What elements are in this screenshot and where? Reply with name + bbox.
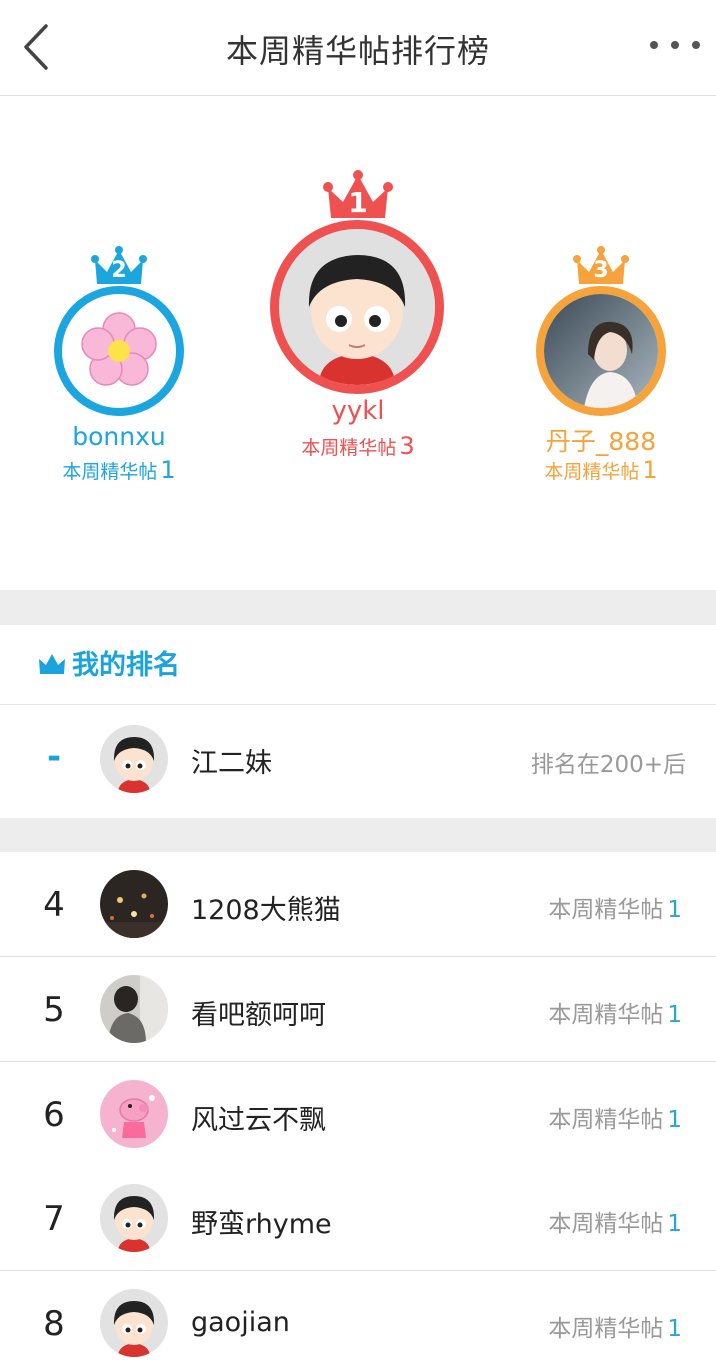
podium-count-value: 3	[399, 432, 415, 460]
cartoon-boy-icon	[279, 229, 435, 385]
my-ranking-row[interactable]: - 江二妹 排名在200+后	[0, 705, 716, 818]
avatar	[100, 725, 168, 793]
username: 看吧额呵呵	[191, 1000, 326, 1031]
rank-status: 排名在200+后	[530, 752, 686, 778]
podium-post-label: 本周精华帖	[544, 461, 640, 483]
podium-count-value: 1	[642, 456, 658, 484]
avatar	[536, 286, 666, 416]
avatar	[100, 1184, 168, 1252]
username: 野蛮rhyme	[191, 1209, 332, 1240]
podium-rank-3[interactable]: 3 丹子_888 本周精华帖 1	[516, 246, 686, 496]
list-item[interactable]: 7 野蛮rhyme 本周精华帖 1	[0, 1166, 716, 1271]
post-count: 本周精华帖 1	[548, 995, 682, 1029]
person-photo-icon	[100, 975, 168, 1043]
count-value: 1	[667, 1316, 682, 1342]
count-value: 1	[667, 1002, 682, 1028]
avatar	[270, 220, 444, 394]
page-title: 本周精华帖排行榜	[225, 32, 490, 70]
podium-username: bonnxu	[72, 422, 166, 451]
my-ranking-title: 我的排名	[72, 650, 180, 681]
username: gaojian	[191, 1307, 290, 1338]
flower-icon	[81, 312, 157, 386]
post-label: 本周精华帖	[548, 1107, 664, 1133]
podium-rank-number: 3	[593, 258, 609, 283]
podium-rank-number: 2	[111, 258, 127, 283]
list-item[interactable]: 8 gaojian 本周精华帖 1	[0, 1271, 716, 1369]
more-dot-icon	[650, 41, 658, 49]
section-divider	[0, 818, 716, 852]
portrait-photo-icon	[544, 294, 658, 408]
post-count: 本周精华帖 1	[548, 1204, 682, 1238]
podium-rank-number: 1	[348, 186, 368, 219]
post-label: 本周精华帖	[548, 1316, 664, 1342]
podium-count-value: 1	[160, 456, 176, 484]
avatar	[100, 870, 168, 938]
post-label: 本周精华帖	[548, 1002, 664, 1028]
avatar	[100, 1289, 168, 1357]
rank-number: 8	[43, 1304, 65, 1344]
username: 1208大熊猫	[191, 895, 341, 926]
avatar	[100, 975, 168, 1043]
podium-post-count: 本周精华帖 1	[34, 456, 204, 484]
count-value: 1	[667, 1107, 682, 1133]
podium-rank-1[interactable]: 1 yykl 本周精华帖 3	[263, 170, 453, 470]
podium-post-count: 本周精华帖 3	[263, 432, 453, 460]
avatar	[54, 286, 184, 416]
count-value: 1	[667, 897, 682, 923]
list-item[interactable]: 4 1208大熊猫 本周精华帖 1	[0, 852, 716, 957]
username: 风过云不飘	[191, 1105, 326, 1136]
podium-username: 丹子_888	[545, 427, 657, 456]
count-value: 1	[667, 1211, 682, 1237]
podium-post-label: 本周精华帖	[62, 461, 158, 483]
post-count: 本周精华帖 1	[548, 1309, 682, 1343]
more-dot-icon	[671, 41, 679, 49]
rank-number: 6	[43, 1095, 65, 1135]
podium-post-label: 本周精华帖	[301, 437, 397, 459]
avatar	[100, 1080, 168, 1148]
rank-number: 5	[43, 990, 65, 1030]
post-label: 本周精华帖	[548, 897, 664, 923]
top-bar: 本周精华帖排行榜	[0, 0, 716, 96]
section-divider	[0, 590, 716, 625]
cartoon-boy-icon	[100, 1184, 168, 1252]
list-item[interactable]: 6 风过云不飘 本周精华帖 1	[0, 1062, 716, 1167]
cartoon-pig-icon	[100, 1080, 168, 1148]
podium-post-count: 本周精华帖 1	[516, 456, 686, 484]
more-dot-icon	[692, 41, 700, 49]
post-count: 本周精华帖 1	[548, 1100, 682, 1134]
list-item[interactable]: 5 看吧额呵呵 本周精华帖 1	[0, 957, 716, 1062]
city-night-photo-icon	[100, 870, 168, 938]
crown-icon	[39, 654, 65, 674]
username: 江二妹	[191, 748, 272, 779]
more-options-button[interactable]	[650, 30, 700, 60]
post-count: 本周精华帖 1	[548, 890, 682, 924]
cartoon-boy-icon	[100, 725, 168, 793]
top-three-podium: 2 bonnxu 本周精华帖 1 1 yykl 本周精华帖 3 3 丹子_888…	[0, 96, 716, 590]
cartoon-boy-icon	[100, 1289, 168, 1357]
podium-username: yykl	[331, 396, 385, 426]
rank-number: 7	[43, 1199, 65, 1239]
post-label: 本周精华帖	[548, 1211, 664, 1237]
podium-rank-2[interactable]: 2 bonnxu 本周精华帖 1	[34, 246, 204, 496]
rank-number: 4	[43, 885, 65, 925]
rank-number: -	[46, 737, 62, 777]
